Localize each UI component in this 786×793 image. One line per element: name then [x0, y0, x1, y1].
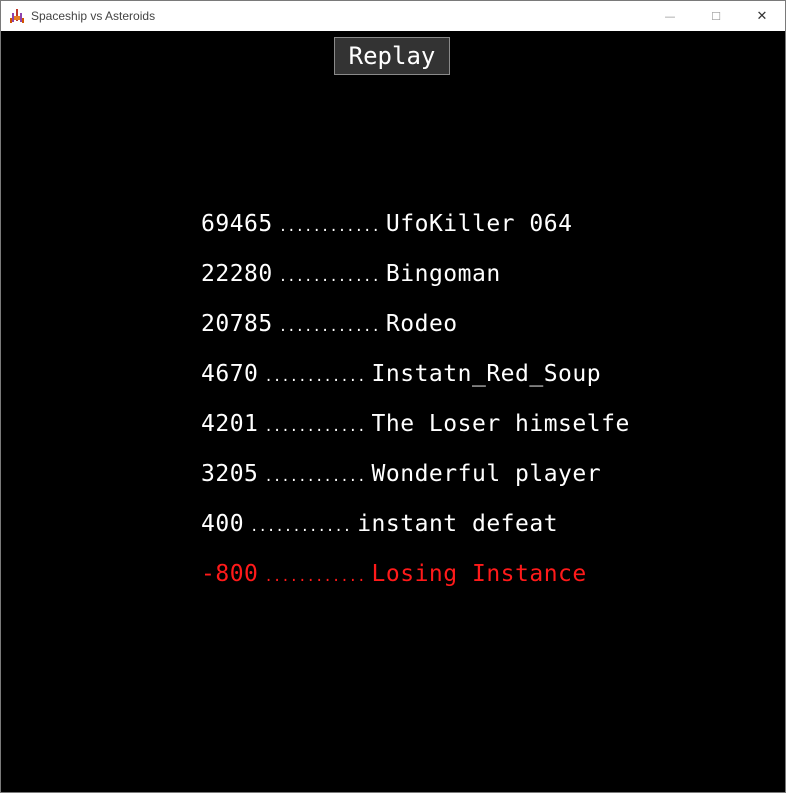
maximize-button[interactable]: ☐	[693, 1, 739, 31]
window-title: Spaceship vs Asteroids	[31, 9, 156, 23]
player-name: UfoKiller 064	[385, 211, 573, 237]
leader-dots: ............	[264, 469, 366, 485]
leader-dots: ............	[278, 319, 380, 335]
leader-dots: ............	[278, 269, 380, 285]
highscore-row: 20785............ Rodeo	[201, 306, 630, 356]
player-name: Rodeo	[385, 311, 458, 337]
score-value: 69465	[201, 211, 273, 237]
highscore-row: 4201............ The Loser himselfe	[201, 406, 630, 456]
player-name: Instatn_Red_Soup	[371, 361, 602, 387]
score-value: 22280	[201, 261, 273, 287]
spaceship-icon	[9, 8, 25, 24]
leader-dots: ............	[264, 569, 366, 585]
score-value: 4670	[201, 361, 259, 387]
highscore-row: 400............ instant defeat	[201, 506, 630, 556]
window-controls: — ☐ ✕	[647, 1, 785, 31]
leader-dots: ............	[264, 419, 366, 435]
score-value: 20785	[201, 311, 273, 337]
score-value: 3205	[201, 461, 259, 487]
player-name: Bingoman	[385, 261, 501, 287]
app-window: Spaceship vs Asteroids — ☐ ✕ Replay 6946…	[0, 0, 786, 793]
title-bar[interactable]: Spaceship vs Asteroids — ☐ ✕	[1, 1, 785, 31]
player-name: instant defeat	[357, 511, 559, 537]
leader-dots: ............	[264, 369, 366, 385]
player-name: The Loser himselfe	[371, 411, 630, 437]
player-name: Wonderful player	[371, 461, 602, 487]
highscore-list: 69465............ UfoKiller 064 22280....…	[201, 206, 630, 606]
score-value: -800	[201, 561, 259, 587]
close-icon: ✕	[756, 8, 768, 24]
replay-button[interactable]: Replay	[334, 37, 450, 75]
game-canvas[interactable]: Replay 69465............ UfoKiller 064 22…	[1, 31, 785, 792]
highscore-row: 4670............ Instatn_Red_Soup	[201, 356, 630, 406]
minimize-icon: —	[664, 9, 676, 23]
close-button[interactable]: ✕	[739, 1, 785, 31]
score-value: 4201	[201, 411, 259, 437]
minimize-button[interactable]: —	[647, 1, 693, 31]
highscore-row: 69465............ UfoKiller 064	[201, 206, 630, 256]
score-value: 400	[201, 511, 245, 537]
highscore-row-current: -800............ Losing Instance	[201, 556, 630, 606]
highscore-row: 22280............ Bingoman	[201, 256, 630, 306]
leader-dots: ............	[278, 219, 380, 235]
leader-dots: ............	[250, 519, 352, 535]
highscore-row: 3205............ Wonderful player	[201, 456, 630, 506]
player-name: Losing Instance	[371, 561, 587, 587]
maximize-icon: ☐	[711, 9, 721, 23]
